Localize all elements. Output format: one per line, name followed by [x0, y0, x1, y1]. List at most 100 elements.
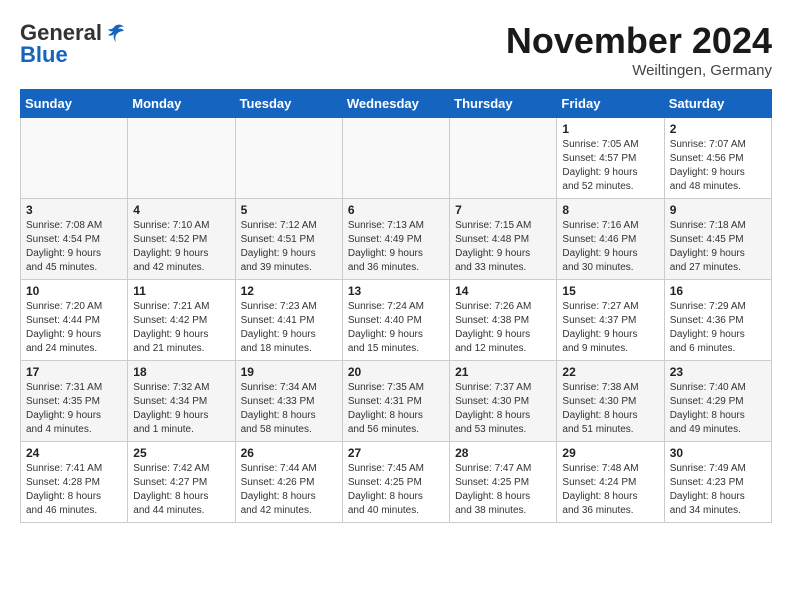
day-number: 25 [133, 446, 229, 460]
day-info: Sunrise: 7:16 AM Sunset: 4:46 PM Dayligh… [562, 219, 658, 275]
calendar-cell: 3 Sunrise: 7:08 AM Sunset: 4:54 PM Daylig… [21, 199, 128, 280]
day-number: 23 [670, 365, 766, 379]
day-number: 7 [455, 203, 551, 217]
calendar-cell: 1Sunrise: 7:05 AM Sunset: 4:57 PM Daylig… [557, 118, 664, 199]
day-info: Sunrise: 7:10 AM Sunset: 4:52 PM Dayligh… [133, 219, 229, 275]
calendar-cell: 22 Sunrise: 7:38 AM Sunset: 4:30 PM Dayli… [557, 361, 664, 442]
day-info: Sunrise: 7:24 AM Sunset: 4:40 PM Dayligh… [348, 300, 444, 356]
column-header-tuesday: Tuesday [235, 90, 342, 118]
calendar-cell: 2Sunrise: 7:07 AM Sunset: 4:56 PM Daylig… [664, 118, 771, 199]
calendar-cell: 24 Sunrise: 7:41 AM Sunset: 4:28 PM Dayli… [21, 442, 128, 523]
calendar-cell: 25 Sunrise: 7:42 AM Sunset: 4:27 PM Dayli… [128, 442, 235, 523]
day-info: Sunrise: 7:12 AM Sunset: 4:51 PM Dayligh… [241, 219, 337, 275]
calendar-cell [342, 118, 449, 199]
day-info: Sunrise: 7:37 AM Sunset: 4:30 PM Dayligh… [455, 381, 551, 437]
calendar-cell: 26 Sunrise: 7:44 AM Sunset: 4:26 PM Dayli… [235, 442, 342, 523]
page-header: General Blue November 2024 Weiltingen, G… [20, 20, 772, 79]
day-number: 21 [455, 365, 551, 379]
day-info: Sunrise: 7:27 AM Sunset: 4:37 PM Dayligh… [562, 300, 658, 356]
day-number: 29 [562, 446, 658, 460]
day-info: Sunrise: 7:21 AM Sunset: 4:42 PM Dayligh… [133, 300, 229, 356]
calendar-cell: 21 Sunrise: 7:37 AM Sunset: 4:30 PM Dayli… [450, 361, 557, 442]
calendar-cell [21, 118, 128, 199]
day-info: Sunrise: 7:29 AM Sunset: 4:36 PM Dayligh… [670, 300, 766, 356]
day-info: Sunrise: 7:34 AM Sunset: 4:33 PM Dayligh… [241, 381, 337, 437]
calendar-cell: 14 Sunrise: 7:26 AM Sunset: 4:38 PM Dayli… [450, 280, 557, 361]
day-number: 18 [133, 365, 229, 379]
day-info: Sunrise: 7:41 AM Sunset: 4:28 PM Dayligh… [26, 462, 122, 518]
day-number: 8 [562, 203, 658, 217]
calendar-cell: 6Sunrise: 7:13 AM Sunset: 4:49 PM Daylig… [342, 199, 449, 280]
day-info: Sunrise: 7:26 AM Sunset: 4:38 PM Dayligh… [455, 300, 551, 356]
calendar-header-row: SundayMondayTuesdayWednesdayThursdayFrid… [21, 90, 772, 118]
day-number: 11 [133, 284, 229, 298]
column-header-friday: Friday [557, 90, 664, 118]
column-header-saturday: Saturday [664, 90, 771, 118]
calendar-cell: 20 Sunrise: 7:35 AM Sunset: 4:31 PM Dayli… [342, 361, 449, 442]
day-number: 3 [26, 203, 122, 217]
day-info: Sunrise: 7:40 AM Sunset: 4:29 PM Dayligh… [670, 381, 766, 437]
calendar-cell [128, 118, 235, 199]
day-info: Sunrise: 7:48 AM Sunset: 4:24 PM Dayligh… [562, 462, 658, 518]
day-number: 14 [455, 284, 551, 298]
calendar-cell: 23 Sunrise: 7:40 AM Sunset: 4:29 PM Dayli… [664, 361, 771, 442]
day-number: 9 [670, 203, 766, 217]
calendar-cell: 18 Sunrise: 7:32 AM Sunset: 4:34 PM Dayli… [128, 361, 235, 442]
month-title: November 2024 [506, 20, 772, 62]
calendar-cell: 7 Sunrise: 7:15 AM Sunset: 4:48 PM Daylig… [450, 199, 557, 280]
calendar-week-row: 24 Sunrise: 7:41 AM Sunset: 4:28 PM Dayli… [21, 442, 772, 523]
logo-blue: Blue [20, 42, 68, 68]
calendar-cell: 8 Sunrise: 7:16 AM Sunset: 4:46 PM Daylig… [557, 199, 664, 280]
day-info: Sunrise: 7:44 AM Sunset: 4:26 PM Dayligh… [241, 462, 337, 518]
calendar-cell [235, 118, 342, 199]
day-number: 6 [348, 203, 444, 217]
day-info: Sunrise: 7:18 AM Sunset: 4:45 PM Dayligh… [670, 219, 766, 275]
calendar-cell: 17Sunrise: 7:31 AM Sunset: 4:35 PM Dayli… [21, 361, 128, 442]
calendar-week-row: 3 Sunrise: 7:08 AM Sunset: 4:54 PM Daylig… [21, 199, 772, 280]
calendar-cell: 29 Sunrise: 7:48 AM Sunset: 4:24 PM Dayli… [557, 442, 664, 523]
day-info: Sunrise: 7:23 AM Sunset: 4:41 PM Dayligh… [241, 300, 337, 356]
day-info: Sunrise: 7:35 AM Sunset: 4:31 PM Dayligh… [348, 381, 444, 437]
calendar-cell: 30Sunrise: 7:49 AM Sunset: 4:23 PM Dayli… [664, 442, 771, 523]
calendar-cell [450, 118, 557, 199]
column-header-wednesday: Wednesday [342, 90, 449, 118]
calendar-cell: 27 Sunrise: 7:45 AM Sunset: 4:25 PM Dayli… [342, 442, 449, 523]
day-number: 16 [670, 284, 766, 298]
day-number: 12 [241, 284, 337, 298]
day-info: Sunrise: 7:15 AM Sunset: 4:48 PM Dayligh… [455, 219, 551, 275]
day-number: 17 [26, 365, 122, 379]
calendar-cell: 19 Sunrise: 7:34 AM Sunset: 4:33 PM Dayli… [235, 361, 342, 442]
calendar-cell: 4 Sunrise: 7:10 AM Sunset: 4:52 PM Daylig… [128, 199, 235, 280]
calendar-cell: 9 Sunrise: 7:18 AM Sunset: 4:45 PM Daylig… [664, 199, 771, 280]
day-number: 19 [241, 365, 337, 379]
column-header-thursday: Thursday [450, 90, 557, 118]
day-info: Sunrise: 7:47 AM Sunset: 4:25 PM Dayligh… [455, 462, 551, 518]
day-info: Sunrise: 7:20 AM Sunset: 4:44 PM Dayligh… [26, 300, 122, 356]
day-info: Sunrise: 7:32 AM Sunset: 4:34 PM Dayligh… [133, 381, 229, 437]
calendar-cell: 16 Sunrise: 7:29 AM Sunset: 4:36 PM Dayli… [664, 280, 771, 361]
day-info: Sunrise: 7:08 AM Sunset: 4:54 PM Dayligh… [26, 219, 122, 275]
day-info: Sunrise: 7:45 AM Sunset: 4:25 PM Dayligh… [348, 462, 444, 518]
calendar-cell: 5 Sunrise: 7:12 AM Sunset: 4:51 PM Daylig… [235, 199, 342, 280]
day-info: Sunrise: 7:07 AM Sunset: 4:56 PM Dayligh… [670, 138, 766, 194]
calendar-week-row: 17Sunrise: 7:31 AM Sunset: 4:35 PM Dayli… [21, 361, 772, 442]
day-info: Sunrise: 7:38 AM Sunset: 4:30 PM Dayligh… [562, 381, 658, 437]
calendar-week-row: 10Sunrise: 7:20 AM Sunset: 4:44 PM Dayli… [21, 280, 772, 361]
day-number: 24 [26, 446, 122, 460]
calendar-cell: 11 Sunrise: 7:21 AM Sunset: 4:42 PM Dayli… [128, 280, 235, 361]
logo-bird-icon [104, 22, 126, 44]
day-number: 20 [348, 365, 444, 379]
day-number: 4 [133, 203, 229, 217]
calendar-week-row: 1Sunrise: 7:05 AM Sunset: 4:57 PM Daylig… [21, 118, 772, 199]
day-number: 22 [562, 365, 658, 379]
column-header-monday: Monday [128, 90, 235, 118]
day-number: 27 [348, 446, 444, 460]
calendar-cell: 12 Sunrise: 7:23 AM Sunset: 4:41 PM Dayli… [235, 280, 342, 361]
day-info: Sunrise: 7:42 AM Sunset: 4:27 PM Dayligh… [133, 462, 229, 518]
day-number: 26 [241, 446, 337, 460]
calendar-cell: 13Sunrise: 7:24 AM Sunset: 4:40 PM Dayli… [342, 280, 449, 361]
logo: General Blue [20, 20, 126, 68]
day-info: Sunrise: 7:49 AM Sunset: 4:23 PM Dayligh… [670, 462, 766, 518]
day-number: 5 [241, 203, 337, 217]
calendar-cell: 10Sunrise: 7:20 AM Sunset: 4:44 PM Dayli… [21, 280, 128, 361]
